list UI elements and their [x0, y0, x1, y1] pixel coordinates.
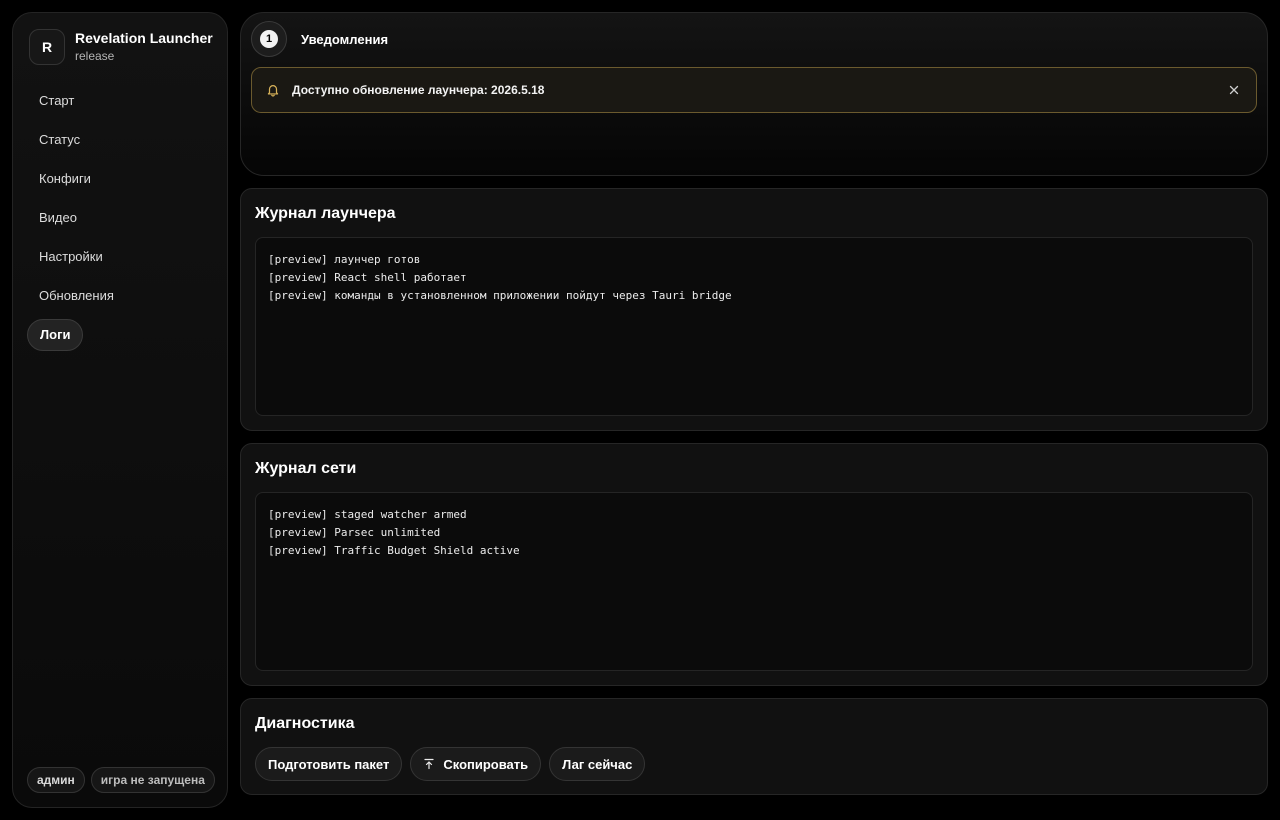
brand: R Revelation Launcher release [29, 29, 213, 65]
nav-item-start[interactable]: Старт [27, 85, 86, 117]
log-line: [preview] React shell работает [268, 271, 467, 284]
role-chip: админ [27, 767, 85, 793]
update-alert: Доступно обновление лаунчера: 2026.5.18 [251, 67, 1257, 113]
notifications-title: Уведомления [301, 31, 389, 47]
bell-icon [264, 81, 282, 99]
sidebar: R Revelation Launcher release Старт Стат… [12, 12, 228, 808]
launcher-log-output[interactable]: [preview] лаунчер готов [preview] React s… [255, 237, 1253, 416]
diagnostics-title: Диагностика [255, 715, 355, 732]
copy-button[interactable]: Скопировать [410, 747, 542, 781]
network-log-panel: Журнал сети [preview] staged watcher arm… [240, 443, 1268, 686]
brand-channel: release [75, 49, 115, 63]
nav-item-status[interactable]: Статус [27, 124, 92, 156]
launcher-log-panel: Журнал лаунчера [preview] лаунчер готов[… [240, 188, 1268, 431]
prepare-package-button[interactable]: Подготовить пакет [255, 747, 403, 781]
brand-logo: R [29, 29, 65, 65]
lag-now-label: Лаг сейчас [562, 756, 633, 772]
launcher-app: R Revelation Launcher release Старт Стат… [0, 0, 1280, 820]
log-line: [preview] лаунчер готов [268, 253, 421, 266]
prepare-package-label: Подготовить пакет [268, 756, 390, 772]
diagnostics-actions: Подготовить пакет Скопировать Лаг сейчас [255, 747, 646, 781]
notifications-header: 1 Уведомления [251, 21, 388, 57]
network-log-output[interactable]: [preview] staged watcher armed [preview] … [255, 492, 1253, 671]
log-line: [preview] команды в установленном прилож… [268, 289, 732, 302]
update-alert-text: Доступно обновление лаунчера: 2026.5.18 [292, 83, 545, 97]
close-icon[interactable] [1226, 82, 1242, 98]
nav-item-configs[interactable]: Конфиги [27, 163, 103, 195]
brand-title: Revelation Launcher [75, 30, 213, 46]
copy-label: Скопировать [443, 756, 529, 772]
launcher-log-title: Журнал лаунчера [255, 205, 396, 222]
nav-item-logs[interactable]: Логи [27, 319, 84, 351]
log-line: [preview] Traffic Budget Shield active [268, 544, 520, 557]
diagnostics-panel: Диагностика Подготовить пакет Скопироват… [240, 698, 1268, 795]
log-line: [preview] Parsec unlimited [268, 526, 441, 539]
log-line: [preview] staged watcher armed [268, 508, 467, 521]
brand-text: Revelation Launcher release [75, 30, 213, 64]
nav-item-settings[interactable]: Настройки [27, 241, 115, 273]
sidebar-nav: Старт Статус Конфиги Видео Настройки Обн… [27, 85, 215, 358]
nav-item-video[interactable]: Видео [27, 202, 89, 234]
sidebar-footer: админ игра не запущена [27, 767, 215, 793]
network-log-title: Журнал сети [255, 460, 357, 477]
nav-item-updates[interactable]: Обновления [27, 280, 126, 312]
lag-now-button[interactable]: Лаг сейчас [549, 747, 646, 781]
game-status-chip: игра не запущена [90, 767, 215, 793]
upload-icon [423, 758, 435, 770]
notifications-count-badge: 1 [260, 30, 278, 48]
notifications-panel: 1 Уведомления Доступно обновление лаунче… [240, 12, 1268, 176]
notifications-toggle[interactable]: 1 [251, 21, 287, 57]
